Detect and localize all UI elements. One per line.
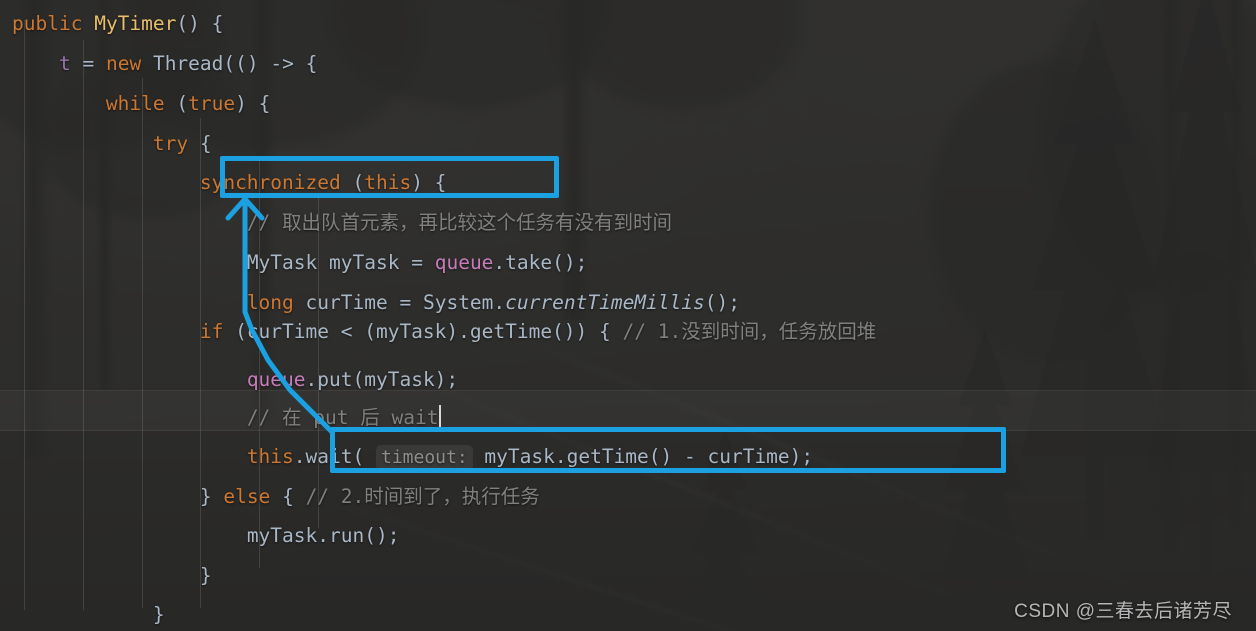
token-args: myTask.getTime() - curTime); bbox=[472, 445, 814, 468]
code-line[interactable]: if (curTime < (myTask).getTime()) { // 1… bbox=[12, 312, 876, 351]
token-parens: () bbox=[176, 12, 200, 35]
token-paren-close: ) { bbox=[411, 171, 447, 194]
token-field-queue: queue bbox=[246, 368, 306, 391]
token-method-put: put bbox=[317, 368, 353, 391]
code-line-wait[interactable]: this.wait( timeout: myTask.getTime() - c… bbox=[12, 437, 813, 477]
token-paren: ( bbox=[176, 92, 189, 115]
token-dot: . bbox=[293, 445, 306, 468]
token-args: (myTask); bbox=[352, 368, 459, 391]
token-condition: (curTime < (myTask).getTime()) { bbox=[235, 320, 611, 343]
token-brace-close: } bbox=[199, 485, 212, 508]
token-operator: = bbox=[399, 291, 412, 314]
token-keyword: new bbox=[105, 52, 142, 75]
token-operator: = bbox=[411, 251, 423, 274]
code-line[interactable]: MyTask myTask = queue.take(); bbox=[12, 243, 588, 282]
token-variable: myTask bbox=[246, 524, 318, 547]
code-line[interactable]: t = new Thread(() -> { bbox=[12, 44, 317, 83]
code-line[interactable]: } bbox=[12, 595, 165, 631]
code-line[interactable]: try { bbox=[12, 124, 212, 163]
token-dot: . bbox=[317, 524, 330, 547]
token-variable: myTask bbox=[329, 251, 400, 274]
code-line[interactable]: public MyTimer() { bbox=[12, 4, 223, 43]
code-line[interactable]: myTask.run(); bbox=[12, 516, 400, 555]
screenshot-root: public MyTimer() { t = new Thread(() -> … bbox=[0, 0, 1256, 631]
token-static-method: currentTimeMillis bbox=[505, 291, 705, 314]
token-class-name: Thread bbox=[152, 52, 224, 75]
token-method-take: take bbox=[505, 251, 553, 274]
token-keyword-else: else bbox=[223, 485, 271, 508]
code-line-comment-wait[interactable]: // 在 put 后 wait bbox=[12, 398, 442, 437]
code-line[interactable]: while (true) { bbox=[12, 84, 270, 123]
code-line[interactable]: queue.put(myTask); bbox=[12, 360, 458, 399]
token-keyword-synchronized: synchronized bbox=[199, 171, 341, 194]
token-comment: // 取出队首元素，再比较这个任务有没有到时间 bbox=[246, 211, 673, 234]
token-paren: ( bbox=[352, 171, 365, 194]
token-keyword-this: this bbox=[246, 445, 294, 468]
token-class-system: System bbox=[422, 291, 494, 314]
token-keyword-long: long bbox=[246, 291, 294, 314]
token-keyword: try bbox=[152, 132, 189, 155]
token-keyword-if: if bbox=[199, 320, 224, 343]
token-keyword-this: this bbox=[364, 171, 412, 194]
token-keyword: while bbox=[105, 92, 165, 115]
text-caret bbox=[439, 405, 442, 428]
parameter-hint-timeout: timeout: bbox=[375, 445, 473, 470]
token-brace-close: } bbox=[199, 564, 212, 587]
token-method-wait: wait bbox=[305, 445, 353, 468]
token-brace: { bbox=[282, 485, 294, 508]
token-comment: // 在 put 后 wait bbox=[246, 406, 439, 429]
token-brace: { bbox=[199, 132, 212, 155]
token-tail: (); bbox=[704, 291, 740, 314]
code-line[interactable]: } bbox=[12, 556, 212, 595]
csdn-watermark: CSDN @三春去后诸芳尽 bbox=[1014, 601, 1232, 622]
token-class-name: MyTimer bbox=[94, 12, 177, 35]
token-paren: ( bbox=[352, 445, 376, 468]
token-type: MyTask bbox=[246, 251, 318, 274]
token-dot: . bbox=[493, 251, 506, 274]
token-variable: t bbox=[58, 52, 71, 75]
token-tail: (); bbox=[552, 251, 588, 274]
token-dot: . bbox=[493, 291, 506, 314]
token-brace: { bbox=[211, 12, 224, 35]
token-lambda: (() -> { bbox=[223, 52, 318, 75]
token-field-queue: queue bbox=[434, 251, 494, 274]
code-line-synchronized[interactable]: synchronized (this) { bbox=[12, 163, 447, 202]
code-editor[interactable]: public MyTimer() { t = new Thread(() -> … bbox=[0, 0, 1256, 631]
token-operator: = bbox=[82, 52, 95, 75]
token-keyword: public bbox=[12, 12, 83, 35]
token-tail: (); bbox=[364, 524, 400, 547]
code-line[interactable]: } else { // 2.时间到了，执行任务 bbox=[12, 477, 540, 516]
token-comment: // 2.时间到了，执行任务 bbox=[305, 485, 540, 508]
token-paren-close: ) { bbox=[235, 92, 271, 115]
token-method-run: run bbox=[329, 524, 365, 547]
token-dot: . bbox=[305, 368, 318, 391]
token-variable: curTime bbox=[305, 291, 388, 314]
code-line-comment[interactable]: // 取出队首元素，再比较这个任务有没有到时间 bbox=[12, 203, 672, 242]
token-comment: // 1.没到时间，任务放回堆 bbox=[622, 320, 877, 343]
token-literal: true bbox=[188, 92, 236, 115]
token-brace-close: } bbox=[152, 603, 165, 626]
